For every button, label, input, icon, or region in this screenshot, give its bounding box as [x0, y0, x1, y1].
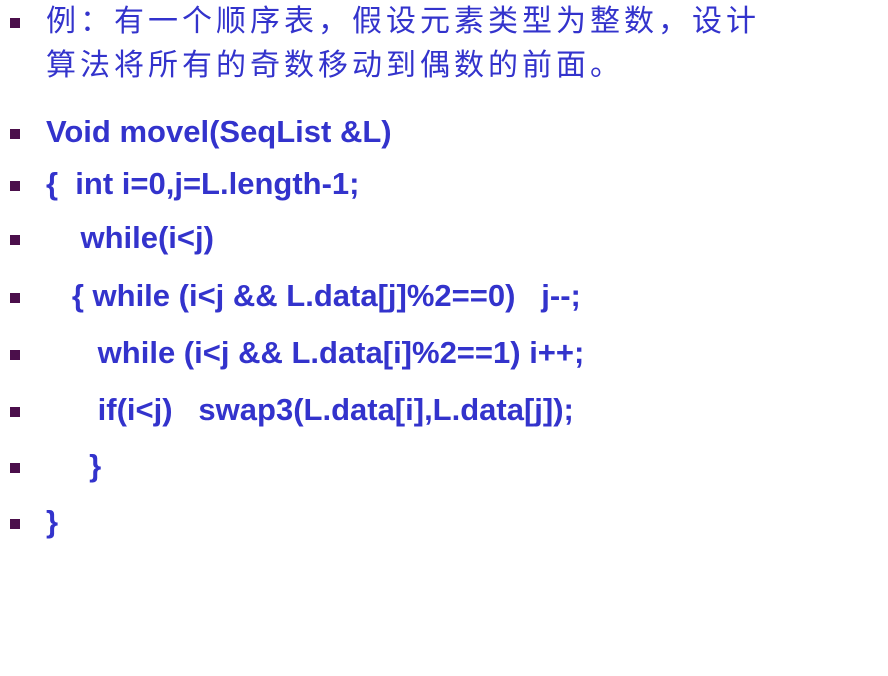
bullet-item-problem: 例：有一个顺序表，假设元素类型为整数，设计 算法将所有的奇数移动到偶数的前面。 [0, 0, 888, 92]
bullet-marker [10, 407, 20, 417]
problem-text-line1: 例：有一个顺序表，假设元素类型为整数，设计 [46, 4, 760, 39]
code-line: { int i=0,j=L.length-1; [46, 166, 360, 201]
code-line: } [46, 448, 102, 483]
code-line: while(i<j) [46, 220, 214, 255]
code-line: while (i<j && L.data[i]%2==1) i++; [46, 335, 585, 370]
bullet-marker [10, 350, 20, 360]
bullet-marker [10, 235, 20, 245]
code-line: } [46, 504, 59, 539]
bullet-marker [10, 181, 20, 191]
bullet-marker [10, 293, 20, 303]
code-line: Void movel(SeqList &L) [46, 114, 392, 149]
bullet-marker [10, 18, 20, 28]
bullet-marker [10, 129, 20, 139]
code-line: if(i<j) swap3(L.data[i],L.data[j]); [46, 392, 574, 427]
bullet-item-code: } [0, 500, 888, 676]
code-line: { while (i<j && L.data[j]%2==0) j--; [46, 278, 581, 313]
slide: 例：有一个顺序表，假设元素类型为整数，设计 算法将所有的奇数移动到偶数的前面。 … [0, 0, 888, 577]
bullet-marker [10, 463, 20, 473]
problem-text-line2: 算法将所有的奇数移动到偶数的前面。 [46, 48, 624, 83]
bullet-marker [10, 519, 20, 529]
